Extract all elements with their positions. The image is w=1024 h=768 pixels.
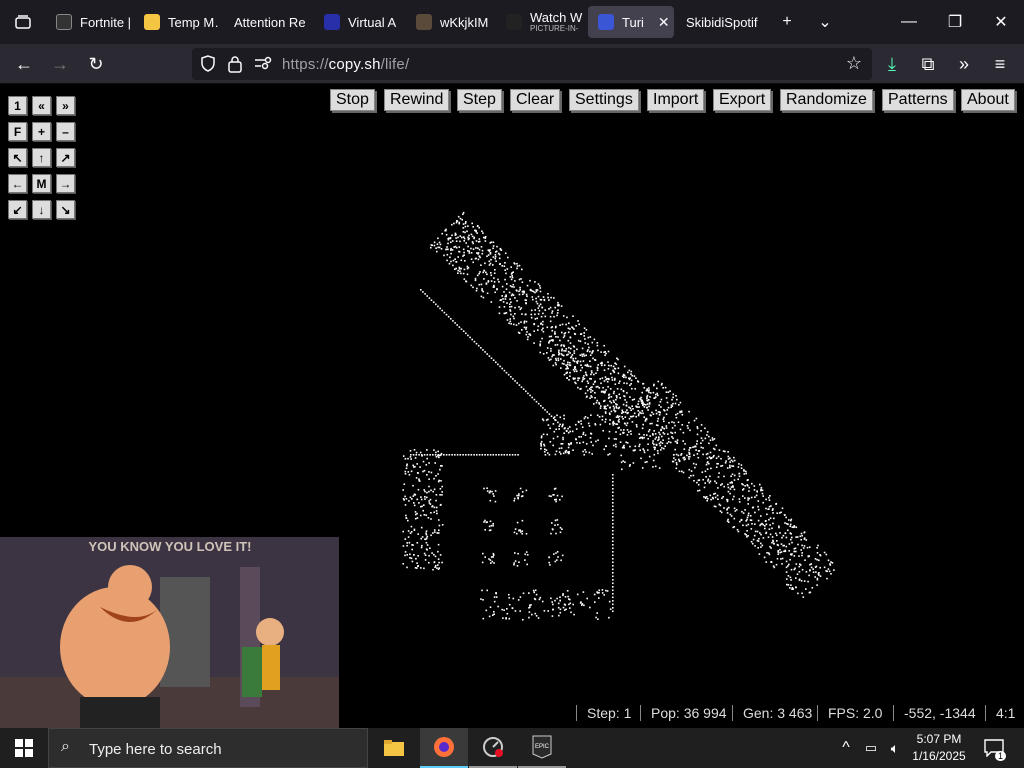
gauge-app-icon[interactable] — [469, 728, 517, 768]
lock-icon[interactable] — [228, 55, 242, 78]
taskbar-search-box[interactable]: ⌕ Type here to search — [48, 728, 368, 768]
reload-icon[interactable]: ↻ — [80, 48, 112, 80]
coordinates-readout: -552, -1344 — [893, 705, 976, 721]
url-text: https://copy.sh/life/ — [282, 56, 410, 73]
middle-button[interactable]: M — [32, 174, 51, 193]
play-icon — [506, 14, 522, 30]
overflow-chevrons-icon[interactable]: » — [948, 48, 980, 80]
step-readout: Step: 1 — [576, 705, 631, 721]
tab-bar: Fortnite | Temp M… Attention Re Virtual … — [0, 0, 1024, 44]
tab-attention[interactable]: Attention Re — [224, 6, 312, 38]
file-explorer-icon[interactable] — [370, 728, 418, 768]
tab-virtual[interactable]: Virtual A — [314, 6, 404, 38]
volume-icon[interactable]: 🔈︎ — [884, 728, 906, 768]
move-up-right-button[interactable]: ↗ — [56, 148, 75, 167]
firefox-icon[interactable] — [420, 728, 468, 768]
step-button[interactable]: Step — [457, 89, 502, 111]
search-placeholder: Type here to search — [89, 741, 222, 758]
move-down-left-button[interactable]: ↙ — [8, 200, 27, 219]
zoom-readout: 4:1 — [985, 705, 1015, 721]
about-button[interactable]: About — [961, 89, 1015, 111]
network-icon[interactable]: ▭ — [860, 728, 882, 768]
navigation-bar: ← → ↻ https://copy.sh/life/ ☆ ⤓ ⧉ » ≡ — [0, 44, 1024, 84]
tab-temp-mail[interactable]: Temp M… — [134, 6, 218, 38]
picture-in-picture-video[interactable]: YOU KNOW YOU LOVE IT! — [0, 537, 339, 728]
shield-icon[interactable] — [200, 55, 216, 78]
notification-count-badge: 1 — [994, 751, 1006, 761]
randomize-button[interactable]: Randomize — [780, 89, 873, 111]
epic-games-icon[interactable]: EPIC — [518, 728, 566, 768]
move-down-button[interactable]: ↓ — [32, 200, 51, 219]
move-right-button[interactable]: → — [56, 174, 75, 193]
fit-button[interactable]: F — [8, 122, 27, 141]
close-window-icon[interactable]: ✕ — [978, 0, 1024, 44]
patterns-button[interactable]: Patterns — [882, 89, 954, 111]
clear-button[interactable]: Clear — [510, 89, 561, 111]
move-left-button[interactable]: ← — [8, 174, 27, 193]
windows-start-icon[interactable] — [0, 728, 48, 768]
bookmark-star-icon[interactable]: ☆ — [846, 53, 862, 74]
thumbnail-icon — [416, 14, 432, 30]
tab-skibidi[interactable]: SkibidiSpotif — [676, 6, 764, 38]
stop-button[interactable]: Stop — [330, 89, 375, 111]
forward-icon[interactable]: → — [44, 48, 76, 80]
back-icon[interactable]: ← — [8, 48, 40, 80]
generation-readout: Gen: 3 463 — [732, 705, 812, 721]
notifications-icon[interactable]: 1 — [976, 728, 1012, 768]
tab-turing-active[interactable]: Turi ✕ — [588, 6, 674, 38]
windows-taskbar: ⌕ Type here to search EPIC ^ ▭ 🔈︎ 5:07 P… — [0, 728, 1024, 768]
tab-watch[interactable]: Watch W PICTURE-IN- — [496, 6, 586, 38]
move-up-left-button[interactable]: ↖ — [8, 148, 27, 167]
tray-chevron-icon[interactable]: ^ — [834, 728, 858, 768]
extensions-icon[interactable]: ⧉ — [912, 48, 944, 80]
mail-icon — [144, 14, 160, 30]
address-bar[interactable]: https://copy.sh/life/ ☆ — [192, 48, 872, 80]
zoom-out-button[interactable]: – — [56, 122, 75, 141]
population-readout: Pop: 36 994 — [640, 705, 727, 721]
search-icon: ⌕ — [61, 738, 70, 755]
fps-readout: FPS: 2.0 — [817, 705, 882, 721]
move-down-right-button[interactable]: ↘ — [56, 200, 75, 219]
clock[interactable]: 5:07 PM 1/16/2025 — [908, 731, 970, 765]
virtual-icon — [324, 14, 340, 30]
faster-button[interactable]: » — [56, 96, 75, 115]
pip-caption: YOU KNOW YOU LOVE IT! — [89, 539, 252, 554]
permissions-icon[interactable] — [254, 55, 272, 76]
tab-overview-icon[interactable] — [0, 0, 46, 44]
slower-button[interactable]: « — [32, 96, 51, 115]
close-tab-icon[interactable]: ✕ — [658, 14, 670, 31]
menu-hamburger-icon[interactable]: ≡ — [984, 48, 1016, 80]
life-icon — [598, 14, 614, 30]
cartoon-frame: YOU KNOW YOU LOVE IT! — [0, 537, 339, 728]
restore-icon[interactable]: ❐ — [932, 0, 978, 44]
import-button[interactable]: Import — [647, 89, 705, 111]
tab-wkkjkim[interactable]: wKkjkIM — [406, 6, 494, 38]
zoom-in-button[interactable]: + — [32, 122, 51, 141]
svg-text:EPIC: EPIC — [535, 744, 550, 750]
minimize-icon[interactable]: — — [886, 0, 932, 44]
epic-icon — [56, 14, 72, 30]
speed-1-button[interactable]: 1 — [8, 96, 27, 115]
tab-list-chevron-icon[interactable]: ⌄ — [802, 0, 848, 44]
rewind-button[interactable]: Rewind — [384, 89, 450, 111]
move-up-button[interactable]: ↑ — [32, 148, 51, 167]
tab-fortnite[interactable]: Fortnite | — [46, 6, 132, 38]
settings-button[interactable]: Settings — [569, 89, 639, 111]
export-button[interactable]: Export — [713, 89, 772, 111]
download-icon[interactable]: ⤓ — [876, 48, 908, 80]
